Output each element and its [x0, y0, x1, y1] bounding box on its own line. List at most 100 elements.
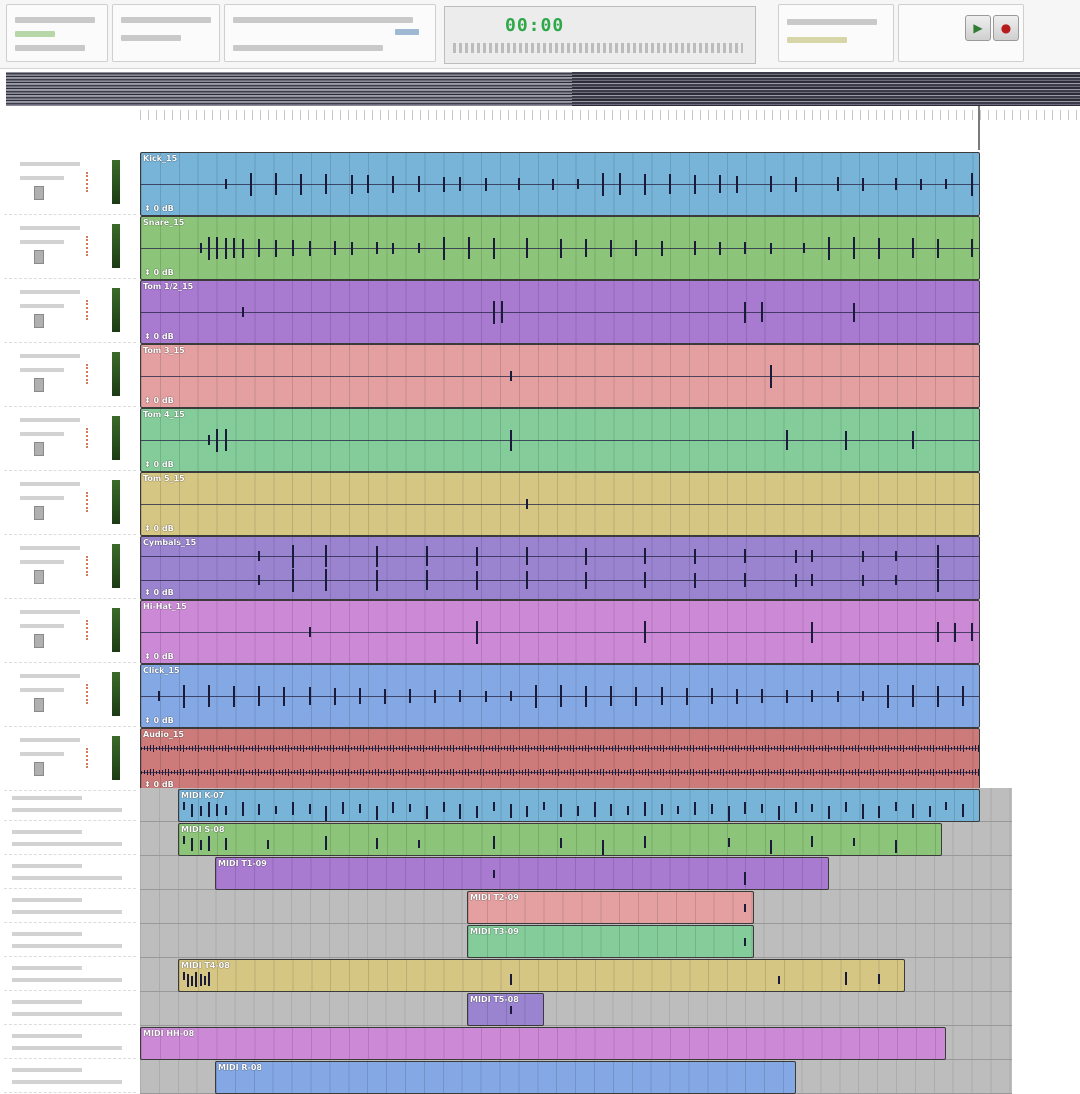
header-io-field[interactable]: [20, 624, 64, 628]
header-name-field[interactable]: [12, 966, 82, 970]
header-name-field[interactable]: [20, 290, 80, 294]
track-header[interactable]: [4, 280, 136, 343]
volume-fader[interactable]: [34, 378, 44, 392]
header-io-field[interactable]: [12, 944, 122, 948]
header-io-field[interactable]: [20, 688, 64, 692]
header-name-field[interactable]: [12, 1000, 82, 1004]
audio-clip[interactable]: Tom 3_15 ⇞ 0 dB: [140, 344, 980, 408]
header-io-field[interactable]: [12, 808, 122, 812]
midi-clip[interactable]: MIDI R-08: [215, 1061, 796, 1094]
header-io-field[interactable]: [20, 752, 64, 756]
header-io-field[interactable]: [20, 560, 64, 564]
volume-fader[interactable]: [34, 570, 44, 584]
header-io-field[interactable]: [12, 978, 122, 982]
audio-clip[interactable]: Tom 1/2_15 ⇞ 0 dB: [140, 280, 980, 344]
main-counter[interactable]: 00:00: [444, 6, 756, 64]
header-io-field[interactable]: [20, 176, 64, 180]
header-name-field[interactable]: [12, 898, 82, 902]
header-name-field[interactable]: [12, 932, 82, 936]
midi-clip[interactable]: MIDI S-08: [178, 823, 942, 856]
track-header[interactable]: [4, 408, 136, 471]
midi-clip[interactable]: MIDI T3-09: [467, 925, 754, 958]
midi-clip[interactable]: MIDI T5-08: [467, 993, 544, 1026]
midi-clip[interactable]: MIDI K-07: [178, 789, 980, 822]
audio-clip[interactable]: Tom 5_15 ⇞ 0 dB: [140, 472, 980, 536]
timeline-ruler[interactable]: [140, 110, 1080, 120]
waveform-baseline: [141, 184, 979, 185]
header-io-field[interactable]: [12, 876, 122, 880]
audio-clip[interactable]: Click_15 ⇞ 0 dB: [140, 664, 980, 728]
midi-clip[interactable]: MIDI HH-08: [140, 1027, 946, 1060]
track-header[interactable]: [4, 536, 136, 599]
edit-window[interactable]: Kick_15 ⇞ 0 dB Snare_15 ⇞ 0 dB Tom 1/2_15 ⇞ 0…: [140, 148, 1012, 1094]
header-name-field[interactable]: [20, 418, 80, 422]
waveform-sample: [693, 744, 694, 752]
tempo-group[interactable]: [778, 4, 894, 62]
midi-track-header[interactable]: [4, 822, 136, 855]
header-name-field[interactable]: [20, 482, 80, 486]
header-name-field[interactable]: [12, 1034, 82, 1038]
midi-track-header[interactable]: [4, 1060, 136, 1093]
track-header[interactable]: [4, 152, 136, 215]
record-button[interactable]: ●: [993, 15, 1019, 41]
audio-clip[interactable]: Cymbals_15 ⇞ 0 dB: [140, 536, 980, 600]
header-io-field[interactable]: [20, 240, 64, 244]
edit-tools-group[interactable]: [112, 4, 220, 62]
volume-fader[interactable]: [34, 314, 44, 328]
volume-fader[interactable]: [34, 698, 44, 712]
track-header[interactable]: [4, 664, 136, 727]
midi-track-header[interactable]: [4, 992, 136, 1025]
header-io-field[interactable]: [20, 432, 64, 436]
header-name-field[interactable]: [20, 546, 80, 550]
header-name-field[interactable]: [20, 674, 80, 678]
header-io-field[interactable]: [12, 1080, 122, 1084]
header-name-field[interactable]: [12, 864, 82, 868]
midi-track-header[interactable]: [4, 958, 136, 991]
midi-track-header[interactable]: [4, 890, 136, 923]
header-name-field[interactable]: [20, 354, 80, 358]
header-name-field[interactable]: [20, 162, 80, 166]
volume-fader[interactable]: [34, 506, 44, 520]
header-name-field[interactable]: [20, 738, 80, 742]
midi-clip[interactable]: MIDI T2-09: [467, 891, 754, 924]
midi-clip[interactable]: MIDI T4-08: [178, 959, 905, 992]
header-io-field[interactable]: [12, 910, 122, 914]
playhead-cursor[interactable]: [978, 106, 980, 150]
midi-clip[interactable]: MIDI T1-09: [215, 857, 829, 890]
volume-fader[interactable]: [34, 442, 44, 456]
header-name-field[interactable]: [12, 796, 82, 800]
audio-clip[interactable]: Kick_15 ⇞ 0 dB: [140, 152, 980, 216]
volume-fader[interactable]: [34, 634, 44, 648]
audio-clip[interactable]: Snare_15 ⇞ 0 dB: [140, 216, 980, 280]
header-name-field[interactable]: [20, 226, 80, 230]
midi-track-header[interactable]: [4, 1026, 136, 1059]
header-io-field[interactable]: [20, 496, 64, 500]
header-name-field[interactable]: [12, 830, 82, 834]
header-io-field[interactable]: [12, 1012, 122, 1016]
header-io-field[interactable]: [20, 368, 64, 372]
grid-nudge-group[interactable]: [224, 4, 436, 62]
play-button[interactable]: ▶: [965, 15, 991, 41]
track-header[interactable]: [4, 216, 136, 279]
midi-track-header[interactable]: [4, 856, 136, 889]
volume-fader[interactable]: [34, 762, 44, 776]
track-header[interactable]: [4, 600, 136, 663]
volume-fader[interactable]: [34, 250, 44, 264]
track-header[interactable]: [4, 472, 136, 535]
volume-fader[interactable]: [34, 186, 44, 200]
midi-track-header[interactable]: [4, 788, 136, 821]
audio-clip[interactable]: Tom 4_15 ⇞ 0 dB: [140, 408, 980, 472]
audio-clip[interactable]: Audio_15 ⇞ 0 dB: [140, 728, 980, 792]
header-io-field[interactable]: [20, 304, 64, 308]
midi-lane[interactable]: [140, 992, 1012, 1026]
header-io-field[interactable]: [12, 1046, 122, 1050]
audio-clip[interactable]: Hi-Hat_15 ⇞ 0 dB: [140, 600, 980, 664]
edit-mode-group[interactable]: [6, 4, 108, 62]
header-name-field[interactable]: [12, 1068, 82, 1072]
track-header[interactable]: [4, 344, 136, 407]
track-header[interactable]: [4, 728, 136, 791]
header-io-field[interactable]: [12, 842, 122, 846]
midi-track-header[interactable]: [4, 924, 136, 957]
header-name-field[interactable]: [20, 610, 80, 614]
waveform-sample: [330, 745, 331, 751]
